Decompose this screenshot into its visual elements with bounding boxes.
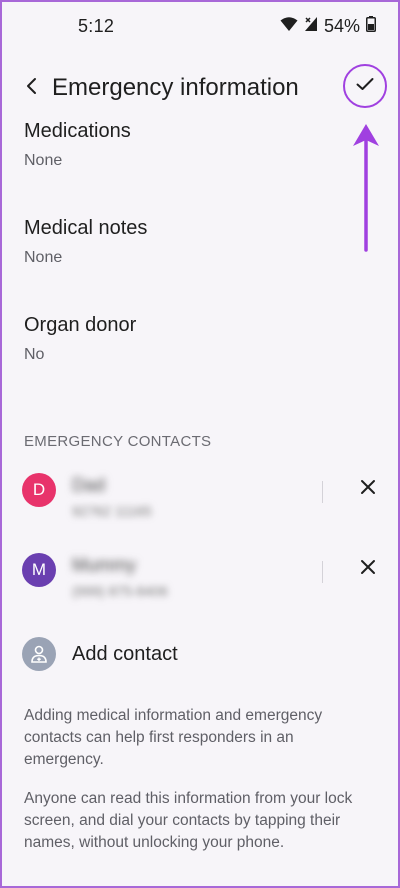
- info-text: Adding medical information and emergency…: [24, 707, 323, 768]
- status-time: 5:12: [78, 16, 115, 36]
- page-title: Emergency information: [52, 74, 299, 101]
- screen-frame: 5:12 54% Emergency information Medicatio…: [0, 0, 400, 888]
- field-medications[interactable]: Medications None: [24, 120, 131, 170]
- chevron-left-icon: [25, 77, 39, 100]
- contact-row[interactable]: D Dad 92762 11165: [2, 473, 398, 543]
- battery-percent: 54%: [323, 16, 360, 36]
- back-button[interactable]: [16, 72, 48, 104]
- contact-name: Mummy: [72, 555, 136, 575]
- contact-name: Dad: [72, 475, 106, 495]
- field-label: Organ donor: [24, 314, 137, 336]
- field-value: None: [24, 249, 63, 266]
- avatar: D: [22, 473, 56, 507]
- avatar: M: [22, 553, 56, 587]
- close-icon: [360, 479, 376, 500]
- info-text: Anyone can read this information from yo…: [24, 790, 353, 851]
- contact-row[interactable]: M Mummy (999) 875-8406: [2, 553, 398, 623]
- row-divider: [322, 561, 323, 583]
- field-value: No: [24, 346, 45, 363]
- annotation-arrow-icon: [351, 122, 381, 259]
- field-label: Medications: [24, 120, 131, 142]
- field-value: None: [24, 152, 63, 169]
- field-label: Medical notes: [24, 217, 148, 239]
- remove-contact-button[interactable]: [354, 555, 382, 583]
- add-person-icon: [22, 637, 56, 671]
- battery-icon: [366, 16, 376, 37]
- wifi-icon: [280, 16, 298, 37]
- status-bar: 5:12 54%: [2, 2, 398, 50]
- status-icons: 54%: [280, 16, 376, 37]
- close-icon: [360, 559, 376, 580]
- top-app-bar: Emergency information: [2, 62, 398, 114]
- field-medical-notes[interactable]: Medical notes None: [24, 217, 147, 267]
- checkmark-icon: [356, 77, 374, 96]
- section-header-emergency-contacts: EMERGENCY CONTACTS: [24, 433, 212, 450]
- signal-icon: [304, 16, 318, 37]
- contact-phone: (999) 875-8406: [72, 583, 168, 599]
- row-divider: [322, 481, 323, 503]
- remove-contact-button[interactable]: [354, 475, 382, 503]
- add-contact-label: Add contact: [72, 643, 178, 665]
- save-button[interactable]: [343, 64, 387, 108]
- contact-phone: 92762 11165: [72, 503, 152, 519]
- field-organ-donor[interactable]: Organ donor No: [24, 314, 136, 364]
- add-contact-button[interactable]: Add contact: [2, 635, 398, 675]
